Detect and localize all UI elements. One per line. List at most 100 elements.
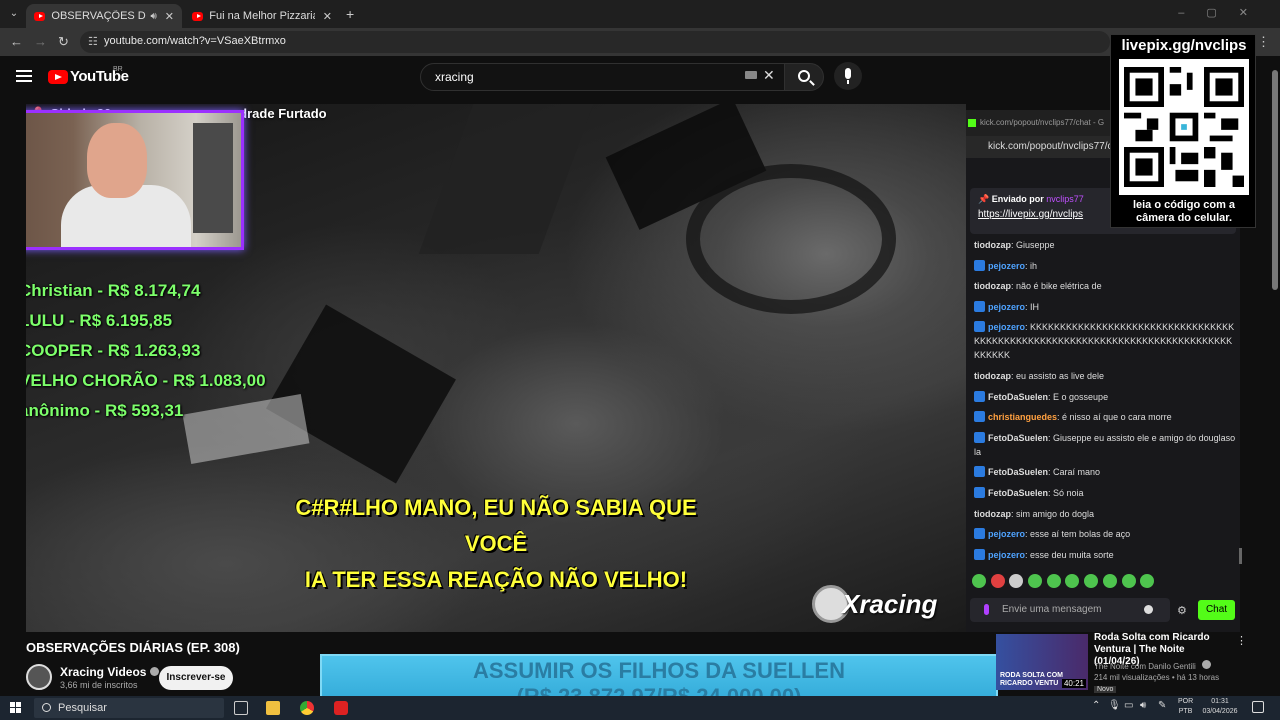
chat-settings-gear-icon[interactable]: ⚙ (1177, 604, 1187, 617)
emote-icon[interactable] (1065, 574, 1080, 588)
reload-icon[interactable]: ↻ (58, 34, 69, 50)
emote-icon[interactable] (1084, 574, 1099, 588)
qr-caption-line: câmera do celular. (1136, 212, 1232, 224)
video-duration: 40:21 (1061, 679, 1086, 688)
emote-icon[interactable] (1121, 574, 1136, 588)
close-tab-icon[interactable]: ✕ (165, 10, 174, 23)
chat-username[interactable]: pejozero (988, 302, 1025, 312)
thumbnail-caption: RODA SOLTA COM RICARDO VENTU (1000, 672, 1063, 688)
emote-icon[interactable] (1140, 574, 1155, 588)
emote-icon[interactable] (1046, 574, 1061, 588)
chat-username[interactable]: FetoDaSuelen (988, 433, 1048, 443)
chat-username[interactable]: pejozero (988, 261, 1025, 271)
search-input[interactable]: xracing (420, 63, 786, 91)
url-field[interactable]: ☷ youtube.com/watch?v=VSaeXBtrmxo (80, 31, 1110, 53)
app-icon[interactable] (334, 701, 348, 715)
chat-username[interactable]: pejozero (988, 322, 1025, 332)
volume-icon[interactable]: 🔊︎ (1140, 700, 1146, 711)
chrome-icon[interactable] (300, 701, 314, 715)
chat-username[interactable]: FetoDaSuelen (988, 467, 1048, 477)
search-button[interactable] (784, 63, 824, 91)
chat-username[interactable]: FetoDaSuelen (988, 392, 1048, 402)
video-title: OBSERVAÇÕES DIÁRIAS (EP. 308) (26, 640, 240, 655)
language-indicator[interactable]: POR PTB (1178, 697, 1193, 717)
more-options-icon[interactable]: ⋮ (1236, 634, 1247, 647)
scrollbar-thumb[interactable] (1272, 70, 1278, 290)
sub-badge-icon (974, 431, 985, 443)
chat-username[interactable]: tiodozap (974, 371, 1011, 381)
chat-message-text: ih (1030, 260, 1038, 271)
close-tab-icon[interactable]: ✕ (323, 10, 332, 23)
emote-icon[interactable] (972, 574, 986, 588)
chat-username[interactable]: tiodozap (974, 509, 1011, 519)
tab-observacoes[interactable]: OBSERVAÇÕES DIÁRIAS (EP. 3 🔊︎ ✕ (26, 4, 182, 28)
emote-icon[interactable] (990, 574, 1005, 588)
chat-message: FetoDaSuelen: Só noia (974, 486, 1236, 500)
microphone-icon[interactable]: 🎙︎ (1108, 700, 1121, 711)
related-video-views: 214 mil visualizações • há 13 horas (1094, 673, 1220, 682)
chat-username[interactable]: FetoDaSuelen (988, 488, 1048, 498)
emote-icon[interactable] (1028, 574, 1043, 588)
chat-send-button[interactable]: Chat (1198, 600, 1235, 620)
tab-list-chevron-icon[interactable]: ⌄ (6, 6, 22, 22)
page-scrollbar[interactable] (1272, 60, 1278, 690)
chat-message-input[interactable]: Envie uma mensagem (970, 598, 1170, 622)
sub-badge-icon (974, 528, 985, 540)
window-controls[interactable]: –▢✕ (1178, 6, 1270, 19)
qr-caption: leia o código com a câmera do celular. (1111, 199, 1257, 225)
chat-mic-icon[interactable] (984, 604, 989, 615)
voice-search-icon[interactable] (834, 62, 862, 90)
browser-menu-icon[interactable]: ⋮ (1257, 34, 1270, 50)
related-video-channel[interactable]: The Noite com Danilo Gentili (1094, 660, 1212, 671)
emote-bar (972, 574, 1159, 588)
thumbnail-text: RICARDO VENTU (1000, 680, 1059, 687)
tray-chevron-icon[interactable]: ⌃ (1092, 700, 1100, 711)
chat-username[interactable]: pejozero (988, 529, 1025, 539)
url-text: youtube.com/watch?v=VSaeXBtrmxo (104, 35, 286, 47)
device-icon[interactable]: ▭ (1124, 700, 1133, 711)
video-subtitle: C#R#LHO MANO, EU NÃO SABIA QUE VOCÊ IA T… (276, 490, 716, 598)
chat-username[interactable]: tiodozap (974, 240, 1011, 250)
task-view-icon[interactable] (234, 701, 248, 715)
emoji-icon[interactable] (1144, 605, 1153, 614)
youtube-logo-icon[interactable] (48, 70, 68, 84)
keyboard-icon[interactable] (745, 71, 757, 79)
chat-username[interactable]: tiodozap (974, 281, 1011, 291)
donation-list: Christian - R$ 8.174,74 LULU - R$ 6.195,… (26, 276, 266, 426)
chat-username[interactable]: christianguedes (988, 412, 1057, 422)
emote-icon[interactable] (1102, 574, 1117, 588)
chat-message: tiodozap: Giuseppe (974, 240, 1055, 250)
new-badge: Novo (1094, 686, 1117, 693)
clock[interactable]: 01:31 03/04/2026 (1200, 697, 1240, 717)
chat-tab-title: kick.com/popout/nvclips77/chat - G (980, 118, 1105, 127)
chat-scrollbar[interactable] (1239, 548, 1242, 564)
chat-message: pejozero: ih (974, 259, 1236, 273)
back-icon[interactable]: ← (10, 34, 23, 49)
notifications-icon[interactable] (1252, 701, 1264, 713)
forward-icon[interactable]: → (34, 34, 47, 49)
emote-icon[interactable] (1009, 574, 1024, 588)
chat-message-text: E o gosseupe (1053, 391, 1109, 402)
chat-message: pejozero: esse aí tem bolas de aço (974, 527, 1236, 541)
subscribe-button[interactable]: Inscrever-se (159, 666, 233, 690)
chat-username[interactable]: pejozero (988, 550, 1025, 560)
file-explorer-icon[interactable] (266, 701, 280, 715)
video-player[interactable]: 📍 Cidade 20ndrade Furtado Christian - R$… (26, 104, 966, 632)
clear-search-icon[interactable]: ✕ (763, 67, 775, 84)
speaker-icon[interactable]: 🔊︎ (150, 11, 156, 22)
related-video-thumbnail[interactable]: RODA SOLTA COM RICARDO VENTU 40:21 (996, 634, 1088, 690)
channel-name[interactable]: Xracing Videos (60, 665, 160, 679)
menu-icon[interactable] (16, 70, 32, 82)
windows-start-icon[interactable] (10, 702, 22, 714)
tab-pizzaria[interactable]: Fui na Melhor Pizzaria do Rio d ✕ (184, 4, 340, 28)
browser-tab-bar: ⌄ OBSERVAÇÕES DIÁRIAS (EP. 3 🔊︎ ✕ Fui na… (0, 0, 1280, 28)
taskbar-search[interactable]: Pesquisar (34, 698, 224, 718)
channel-avatar[interactable] (26, 664, 52, 690)
chat-message-text: esse deu muita sorte (1030, 549, 1114, 560)
donation-item: LULU - R$ 6.195,85 (26, 311, 173, 330)
pen-icon[interactable]: ✎ (1158, 700, 1166, 711)
new-tab-icon[interactable]: + (346, 6, 354, 22)
chat-message-text: Caraí mano (1053, 467, 1101, 478)
site-info-icon[interactable]: ☷ (88, 35, 98, 48)
pinned-user[interactable]: nvclips77 (1046, 194, 1084, 204)
